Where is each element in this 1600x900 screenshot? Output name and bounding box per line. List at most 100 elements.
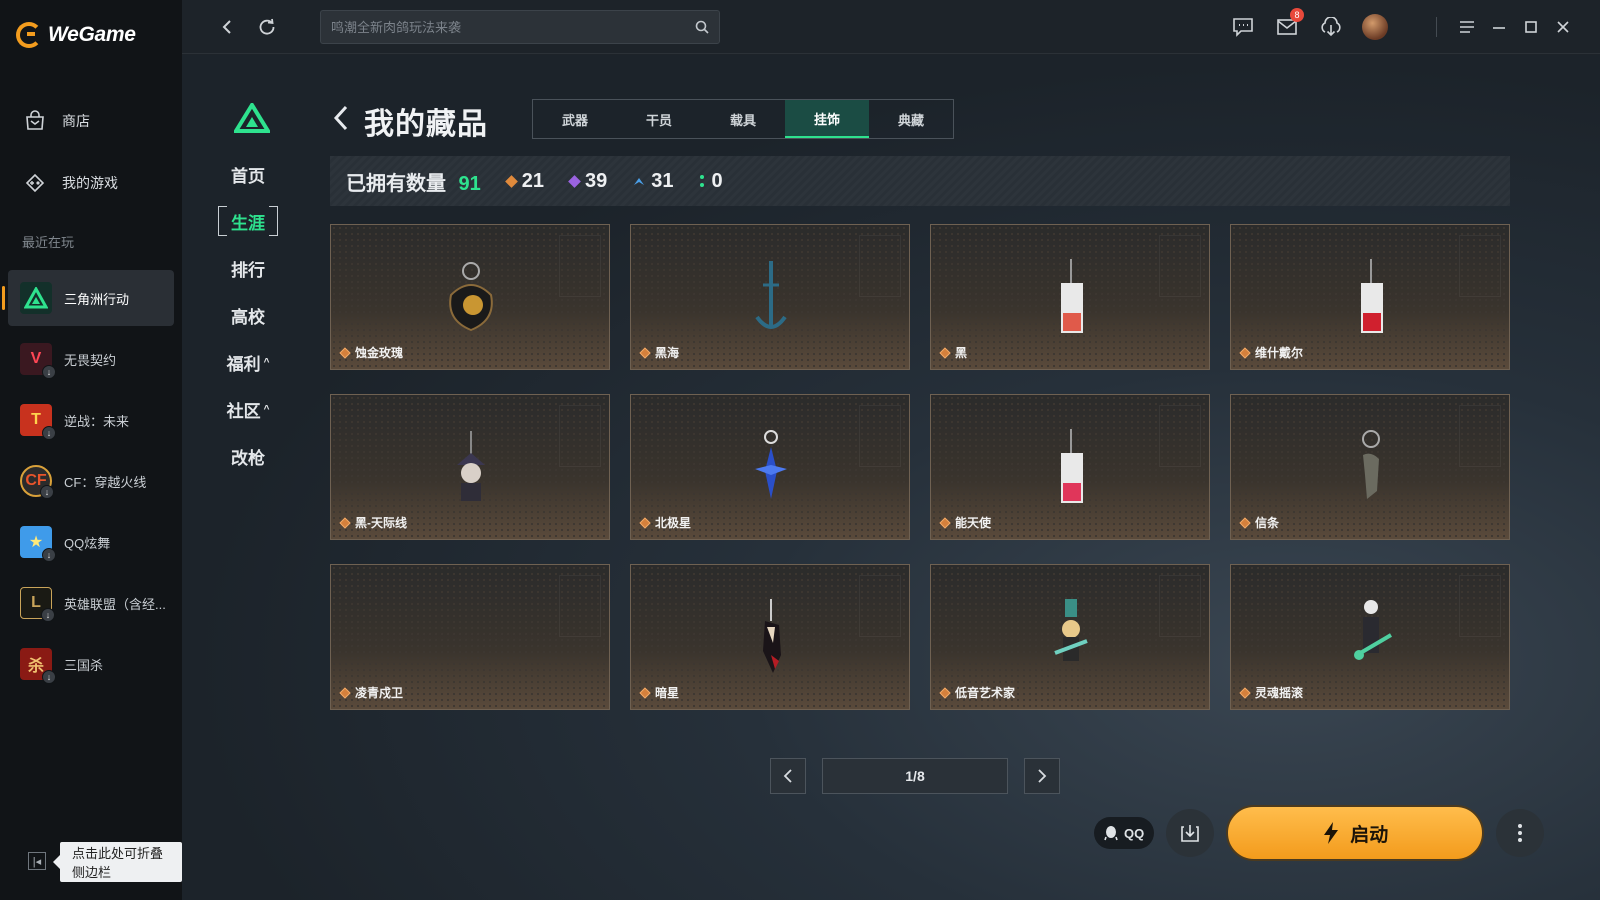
- rarity-diamond-icon: [339, 346, 351, 359]
- charm-card[interactable]: 黑: [930, 224, 1210, 370]
- search-input[interactable]: [331, 19, 695, 35]
- download-icon: ↓: [41, 608, 55, 622]
- tab-weapons[interactable]: 武器: [533, 100, 617, 138]
- subnav-home[interactable]: 首页: [218, 159, 278, 189]
- minimize-icon: [1493, 27, 1505, 29]
- sidebar-game-valorant[interactable]: V ↓ 无畏契约: [8, 331, 174, 387]
- skeleton-guitar-charm-icon: [1354, 600, 1393, 660]
- charm-card[interactable]: 黑-天际线: [330, 394, 610, 540]
- sidebar-game-crossfire[interactable]: CF ↓ CF：穿越火线: [8, 453, 174, 509]
- dark-star-charm-icon: [763, 599, 781, 673]
- menu-button[interactable]: [1454, 14, 1480, 40]
- sanguosha-game-icon: 杀 ↓: [20, 648, 56, 684]
- next-page-button[interactable]: [1024, 758, 1060, 794]
- page-indicator: 1/8: [822, 758, 1008, 794]
- minimize-button[interactable]: [1486, 14, 1512, 40]
- sidebar-game-lol[interactable]: L ↓ 英雄联盟（含经...: [8, 575, 174, 631]
- rarity-diamond-icon: [639, 686, 651, 699]
- charm-card[interactable]: 北极星: [630, 394, 910, 540]
- charm-name: 黑海: [639, 344, 679, 361]
- download-icon: ↓: [42, 548, 56, 562]
- charm-card[interactable]: 维什戴尔: [1230, 224, 1510, 370]
- nav-my-games-label: 我的游戏: [62, 175, 118, 191]
- search-icon[interactable]: [695, 20, 709, 34]
- charm-card[interactable]: 蚀金玫瑰: [330, 224, 610, 370]
- close-button[interactable]: [1550, 14, 1576, 40]
- user-avatar[interactable]: [1362, 14, 1388, 40]
- collapse-sidebar-button[interactable]: |◂: [28, 852, 46, 870]
- tab-charms[interactable]: 挂饰: [785, 100, 869, 138]
- downloads-button[interactable]: [1318, 14, 1344, 40]
- chat-button[interactable]: [1230, 14, 1256, 40]
- wegame-logo[interactable]: WeGame: [16, 22, 136, 48]
- quality-value: 31: [651, 169, 674, 192]
- game-label: 逆战：未来: [64, 413, 130, 429]
- prev-page-button[interactable]: [770, 758, 806, 794]
- sidebar-game-sanguosha[interactable]: 杀 ↓ 三国杀: [8, 636, 174, 692]
- page-back-button[interactable]: [332, 104, 350, 139]
- close-icon: [1557, 21, 1569, 33]
- tab-operators[interactable]: 干员: [617, 100, 701, 138]
- game-label: 三角洲行动: [64, 291, 130, 307]
- valorant-game-icon: V ↓: [20, 343, 56, 379]
- refresh-button[interactable]: [254, 14, 280, 40]
- tab-collection[interactable]: 典藏: [869, 100, 953, 138]
- subnav-label: 排行: [231, 260, 265, 280]
- game-subnav: 首页 生涯 排行 高校 福利 ^ 社区 ^ 改枪: [218, 159, 278, 488]
- charm-card[interactable]: 凌青戍卫: [330, 564, 610, 710]
- charm-card[interactable]: 能天使: [930, 394, 1210, 540]
- subnav-community[interactable]: 社区 ^: [218, 394, 278, 424]
- quality-chevron-icon: [634, 178, 645, 185]
- subnav-gunsmith[interactable]: 改枪: [218, 441, 278, 471]
- maximize-button[interactable]: [1518, 14, 1544, 40]
- subnav-career[interactable]: 生涯: [218, 206, 278, 236]
- charm-name: 黑: [939, 344, 967, 361]
- mail-button[interactable]: 8: [1274, 8, 1304, 40]
- owned-stats-bar: 已拥有数量 91 21 39 31 0: [330, 156, 1510, 206]
- sidebar-game-qq-dance[interactable]: ★ ↓ QQ炫舞: [8, 514, 174, 570]
- rarity-diamond-icon: [639, 516, 651, 529]
- charm-card[interactable]: 低音艺术家: [930, 564, 1210, 710]
- owned-label: 已拥有数量: [346, 172, 446, 195]
- subnav-college[interactable]: 高校: [218, 300, 278, 330]
- launch-label: 启动: [1350, 824, 1389, 846]
- qq-login-button[interactable]: QQ: [1094, 817, 1155, 849]
- charm-name: 低音艺术家: [939, 684, 1015, 701]
- rarity-diamond-icon: [1239, 686, 1251, 699]
- charm-name: 凌青戍卫: [339, 684, 403, 701]
- rarity-diamond-icon: [639, 346, 651, 359]
- rarity-diamond-icon: [939, 686, 951, 699]
- recent-played-label: 最近在玩: [22, 235, 75, 250]
- app-name: WeGame: [48, 23, 136, 46]
- chevron-left-icon: [222, 20, 231, 34]
- qq-penguin-icon: [1104, 826, 1118, 841]
- quality-count-blue: 31: [633, 170, 673, 193]
- star-charm-icon: [755, 430, 787, 499]
- rarity-diamond-icon: [339, 516, 351, 529]
- quality-dots-icon: [700, 175, 705, 187]
- subnav-welfare[interactable]: 福利 ^: [218, 347, 278, 377]
- anchor-charm-icon: [755, 261, 787, 329]
- back-button[interactable]: [214, 14, 240, 40]
- charm-card[interactable]: 灵魂摇滚: [1230, 564, 1510, 710]
- install-location-button[interactable]: [1166, 809, 1215, 857]
- tab-vehicles[interactable]: 载具: [701, 100, 785, 138]
- pagination: 1/8: [770, 758, 1060, 794]
- subnav-ranking[interactable]: 排行: [218, 253, 278, 283]
- sidebar-game-delta-force[interactable]: 三角洲行动: [2, 270, 174, 326]
- charm-name: 信条: [1239, 514, 1279, 531]
- gamepad-icon: [22, 170, 48, 196]
- launch-button[interactable]: 启动: [1226, 805, 1485, 861]
- more-options-button[interactable]: [1496, 809, 1545, 857]
- delta-force-logo-icon: [232, 101, 272, 138]
- game-label: 无畏契约: [64, 352, 117, 368]
- card-tag-charm-icon: [1061, 259, 1083, 333]
- refresh-icon: [259, 18, 275, 35]
- charm-card[interactable]: 信条: [1230, 394, 1510, 540]
- charm-card[interactable]: 黑海: [630, 224, 910, 370]
- charm-card[interactable]: 暗星: [630, 564, 910, 710]
- chevron-left-icon: [783, 769, 792, 783]
- sidebar-game-nizhan[interactable]: T ↓ 逆战：未来: [8, 392, 174, 448]
- nav-my-games[interactable]: 我的游戏: [22, 170, 118, 196]
- nav-store[interactable]: 商店: [22, 108, 90, 134]
